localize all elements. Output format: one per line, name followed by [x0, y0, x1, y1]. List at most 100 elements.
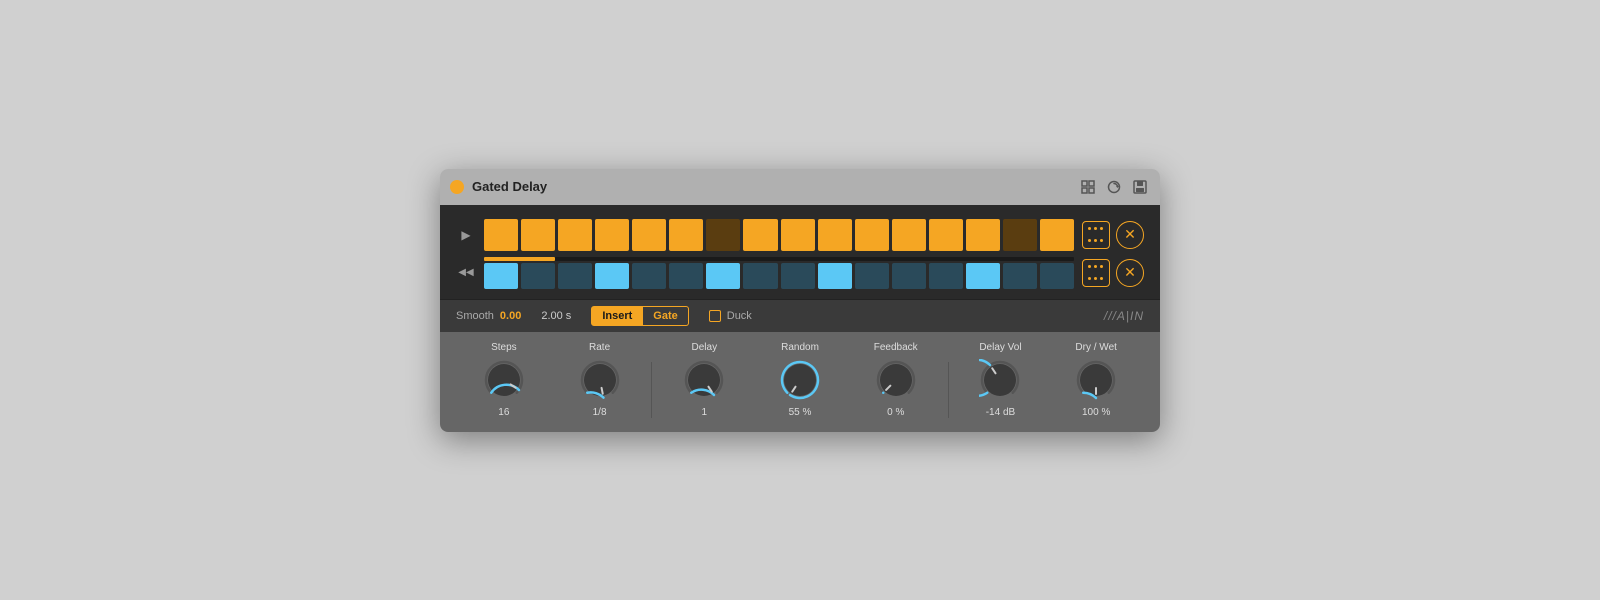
seq-cell-row2[interactable] [966, 263, 1000, 289]
knob-random[interactable] [777, 357, 823, 403]
knob-group-dry-/-wet: Dry / Wet 100 % [1048, 342, 1144, 418]
duck-checkbox[interactable] [709, 310, 721, 322]
rewind-icon[interactable]: ◀◀ [456, 267, 476, 278]
knob-group-delay-vol: Delay Vol -14 dB [953, 342, 1049, 418]
seq-cell-row2[interactable] [855, 263, 889, 289]
save-icon[interactable] [1130, 177, 1150, 197]
seq-cell-row2[interactable] [1003, 263, 1037, 289]
knob-value: 0 % [887, 407, 904, 418]
knob-value: 16 [498, 407, 509, 418]
knob-label: Dry / Wet [1075, 342, 1116, 353]
knob-label: Steps [491, 342, 517, 353]
seq-cell-row1[interactable] [818, 219, 852, 251]
seq-cell-row1[interactable] [521, 219, 555, 251]
seq-cell-row1[interactable] [1040, 219, 1074, 251]
seq-cell-row1[interactable] [706, 219, 740, 251]
sequencer-area: ▶ ✕ ◀◀ [456, 219, 1144, 289]
refresh-icon[interactable] [1104, 177, 1124, 197]
seq-cell-row2[interactable] [521, 263, 555, 289]
smooth-value: 0.00 [500, 310, 521, 322]
seq-icons-1: ✕ [1082, 221, 1144, 249]
seq-cell-row1[interactable] [484, 219, 518, 251]
title-bar: Gated Delay [440, 169, 1160, 205]
seq-cell-row1[interactable] [743, 219, 777, 251]
seq-cell-row2[interactable] [818, 263, 852, 289]
knob-delay-vol[interactable] [977, 357, 1023, 403]
brand-text: ///A|IN [1104, 309, 1144, 323]
title-dot [450, 180, 464, 194]
knob-group-delay: Delay 1 [656, 342, 752, 418]
seq-cell-row1[interactable] [966, 219, 1000, 251]
dice-btn-2[interactable] [1082, 259, 1110, 287]
clear-btn-1[interactable]: ✕ [1116, 221, 1144, 249]
knob-label: Delay Vol [979, 342, 1021, 353]
knob-divider [651, 362, 652, 418]
mode-btn-group: Insert Gate [591, 306, 688, 326]
seq-cell-row2[interactable] [1040, 263, 1074, 289]
knob-group-rate: Rate 1/8 [552, 342, 648, 418]
plugin-title: Gated Delay [472, 179, 547, 194]
knob-group-steps: Steps 16 [456, 342, 552, 418]
knob-group-feedback: Feedback0 % [848, 342, 944, 418]
seq-progress-bar [484, 257, 555, 261]
seq-cell-row2[interactable] [781, 263, 815, 289]
seq-cell-row2[interactable] [706, 263, 740, 289]
knob-steps[interactable] [481, 357, 527, 403]
seq-row-2-grid [484, 257, 1074, 289]
knob-delay[interactable] [681, 357, 727, 403]
seq-cell-row2[interactable] [743, 263, 777, 289]
seq-cell-row1[interactable] [669, 219, 703, 251]
gate-btn[interactable]: Gate [643, 306, 688, 326]
smooth-label: Smooth [456, 310, 494, 322]
knob-label: Random [781, 342, 819, 353]
seq-cell-row1[interactable] [632, 219, 666, 251]
clear-btn-2[interactable]: ✕ [1116, 259, 1144, 287]
time-value: 2.00 s [541, 310, 571, 322]
title-icons [1078, 177, 1150, 197]
seq-cell-row1[interactable] [558, 219, 592, 251]
title-left: Gated Delay [450, 179, 547, 194]
main-area: ▶ ✕ ◀◀ [440, 205, 1160, 299]
duck-label: Duck [727, 310, 752, 322]
knob-value: 100 % [1082, 407, 1110, 418]
knob-value: 1/8 [593, 407, 607, 418]
seq-cell-row1[interactable] [855, 219, 889, 251]
seq-cell-row1[interactable] [929, 219, 963, 251]
seq-row-2: ◀◀ ✕ [456, 257, 1144, 289]
seq-cell-row1[interactable] [781, 219, 815, 251]
duck-section: Duck [709, 310, 752, 322]
seq-row-1: ▶ ✕ [456, 219, 1144, 251]
seq-cell-row2[interactable] [484, 263, 518, 289]
play-icon[interactable]: ▶ [456, 228, 476, 242]
seq-cell-row1[interactable] [1003, 219, 1037, 251]
seq-grid-2 [484, 263, 1074, 289]
bottom-bar: Smooth 0.00 2.00 s Insert Gate Duck ///A… [440, 299, 1160, 332]
knob-rate[interactable] [577, 357, 623, 403]
plugin-window: Gated Delay [440, 169, 1160, 432]
insert-btn[interactable]: Insert [591, 306, 643, 326]
knob-label: Rate [589, 342, 610, 353]
knob-label: Delay [692, 342, 718, 353]
knob-value: 1 [702, 407, 708, 418]
knob-divider [948, 362, 949, 418]
knob-feedback[interactable] [873, 357, 919, 403]
seq-cell-row2[interactable] [669, 263, 703, 289]
seq-progress [484, 257, 1074, 261]
seq-grid-1 [484, 219, 1074, 251]
resize-icon[interactable] [1078, 177, 1098, 197]
dice-icon-2 [1088, 265, 1104, 281]
smooth-section: Smooth 0.00 [456, 310, 521, 322]
seq-cell-row1[interactable] [595, 219, 629, 251]
knobs-bar: Steps 16 Rate 1/8 Delay 1 Random 55 % Feedback0 … [440, 332, 1160, 432]
seq-cell-row2[interactable] [595, 263, 629, 289]
knob-dry-/-wet[interactable] [1073, 357, 1119, 403]
seq-cell-row2[interactable] [892, 263, 926, 289]
seq-cell-row2[interactable] [929, 263, 963, 289]
dice-btn-1[interactable] [1082, 221, 1110, 249]
knob-value: -14 dB [986, 407, 1015, 418]
seq-cell-row1[interactable] [892, 219, 926, 251]
seq-cell-row2[interactable] [632, 263, 666, 289]
knob-value: 55 % [789, 407, 812, 418]
seq-cell-row2[interactable] [558, 263, 592, 289]
dice-icon-1 [1088, 227, 1104, 243]
